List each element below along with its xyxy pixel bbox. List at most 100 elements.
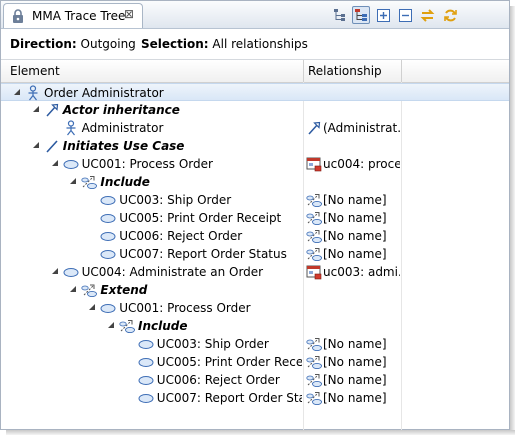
include-icon — [306, 194, 322, 208]
include-icon — [306, 374, 322, 388]
tree-row[interactable]: Actor inheritance — [1, 101, 509, 119]
element-cell: UC006: Reject Order — [1, 371, 302, 389]
relationship-label: [No name] — [323, 247, 387, 261]
column-divider[interactable] — [401, 60, 402, 82]
expand-all-button[interactable] — [374, 6, 392, 24]
tree-item-label: UC004: Administrate an Order — [81, 265, 264, 279]
tree-row[interactable]: Initiates Use Case — [1, 137, 509, 155]
tab-mma-trace-tree[interactable]: MMA Trace Tree ⊠ — [3, 3, 143, 28]
element-cell: UC005: Print Order Receipt — [1, 209, 302, 227]
tree-item-label: Order Administrator — [44, 86, 164, 100]
refresh-icon — [443, 9, 457, 21]
lock-view-icon — [13, 9, 23, 23]
column-header-relationship[interactable]: Relationship — [308, 64, 382, 78]
tree-item-label: Include — [100, 175, 150, 189]
swap-direction-button[interactable] — [418, 6, 436, 24]
refresh-button[interactable] — [441, 6, 459, 24]
tree-row[interactable]: Include — [1, 317, 509, 335]
relationship-label: [No name] — [323, 193, 387, 207]
tree-item-label: UC001: Process Order — [81, 157, 213, 171]
close-icon[interactable]: ⊠ — [124, 7, 134, 21]
tree-item-label: UC003: Ship Order — [156, 337, 269, 351]
element-cell: Actor inheritance — [1, 101, 302, 119]
tree-row[interactable]: UC005: Print Order Receipt [No name] — [1, 209, 509, 227]
tree-row[interactable]: UC004: Administrate an Order uc003: admi.… — [1, 263, 509, 281]
tree-item-label: UC007: Report Order Statu — [156, 391, 302, 405]
relationship-cell: uc004: proce... — [304, 155, 400, 173]
direction-label: Direction: — [10, 37, 77, 51]
element-cell: UC007: Report Order Status — [1, 245, 302, 263]
column-header-element[interactable]: Element — [10, 64, 60, 78]
tree-item-label: Include — [138, 319, 188, 333]
include-icon — [306, 338, 322, 352]
relationship-cell: [No name] — [304, 227, 400, 245]
diagram-link-icon — [306, 157, 322, 172]
element-cell: Initiates Use Case — [1, 137, 302, 155]
relationship-label: [No name] — [323, 211, 387, 225]
relationship-label: (Administrat... — [323, 121, 400, 135]
include-icon — [306, 212, 322, 226]
include-icon — [306, 392, 322, 406]
tree-item-label: Initiates Use Case — [62, 139, 185, 153]
tree-item-label: UC005: Print Order Receip — [156, 355, 302, 369]
tree-item-label: UC006: Reject Order — [156, 373, 280, 387]
direction-value: Outgoing — [80, 37, 136, 51]
tree-row[interactable]: UC007: Report Order Status [No name] — [1, 245, 509, 263]
collapse-all-button[interactable] — [396, 6, 414, 24]
diagram-link-icon — [306, 265, 322, 280]
tree-item-label: Extend — [100, 283, 148, 297]
relationship-label: [No name] — [323, 355, 387, 369]
include-icon — [306, 248, 322, 262]
swap-direction-icon — [420, 8, 434, 22]
tree-row[interactable]: UC005: Print Order Receip [No name] — [1, 353, 509, 371]
tree-row[interactable]: UC006: Reject Order [No name] — [1, 371, 509, 389]
trace-tree-button[interactable] — [352, 6, 370, 24]
relationship-cell: [No name] — [304, 245, 400, 263]
tree-item-label: UC007: Report Order Status — [119, 247, 287, 261]
relationship-cell: [No name] — [304, 389, 400, 407]
tree-row[interactable]: UC001: Process Order — [1, 299, 509, 317]
tree-row[interactable]: Extend — [1, 281, 509, 299]
element-cell: UC004: Administrate an Order — [1, 263, 302, 281]
relationship-label: uc004: proce... — [323, 157, 400, 171]
relationship-cell: (Administrat... — [304, 119, 400, 137]
generalization-icon — [308, 121, 321, 135]
relationship-cell: [No name] — [304, 209, 400, 227]
relationship-cell: [No name] — [304, 371, 400, 389]
relationship-label: [No name] — [323, 229, 387, 243]
relationship-label: uc003: admi... — [323, 265, 400, 279]
element-cell: UC007: Report Order Statu — [1, 389, 302, 407]
tree-item-label: UC001: Process Order — [119, 301, 251, 315]
tree-row[interactable]: Include — [1, 173, 509, 191]
tree-row[interactable]: UC003: Ship Order [No name] — [1, 335, 509, 353]
tab-title: MMA Trace Tree — [32, 9, 126, 23]
tree-row[interactable]: UC001: Process Order uc004: proce... — [1, 155, 509, 173]
include-icon — [306, 356, 322, 370]
tree-item-label: UC005: Print Order Receipt — [119, 211, 282, 225]
hierarchy-button[interactable] — [331, 6, 349, 24]
element-cell: UC001: Process Order — [1, 299, 302, 317]
element-cell: Order Administrator — [1, 84, 302, 102]
hierarchy-icon — [334, 9, 345, 21]
column-divider[interactable] — [303, 60, 304, 82]
element-cell: Administrator — [1, 119, 302, 137]
filter-info-bar: Direction: Outgoing Selection: All relat… — [1, 29, 509, 60]
element-cell: Include — [1, 173, 302, 191]
tree-row[interactable]: Administrator (Administrat... — [1, 119, 509, 137]
tree-item-label: Administrator — [81, 121, 164, 135]
tree-row[interactable]: Order Administrator — [1, 83, 509, 101]
relationship-cell: [No name] — [304, 353, 400, 371]
selection-info: Selection: All relationships — [141, 37, 308, 51]
tree-row[interactable]: UC003: Ship Order [No name] — [1, 191, 509, 209]
element-cell: Extend — [1, 281, 302, 299]
element-cell: UC003: Ship Order — [1, 335, 302, 353]
tree-row[interactable]: UC006: Reject Order [No name] — [1, 227, 509, 245]
tree-item-label: UC003: Ship Order — [119, 193, 232, 207]
collapse-all-icon — [398, 8, 412, 22]
element-cell: UC005: Print Order Receip — [1, 353, 302, 371]
expand-all-icon — [376, 8, 390, 22]
trace-tree-icon — [355, 9, 367, 21]
tree-row[interactable]: UC007: Report Order Statu [No name] — [1, 389, 509, 407]
direction-info: Direction: Outgoing — [10, 37, 136, 51]
tree-item-label: UC006: Reject Order — [119, 229, 243, 243]
